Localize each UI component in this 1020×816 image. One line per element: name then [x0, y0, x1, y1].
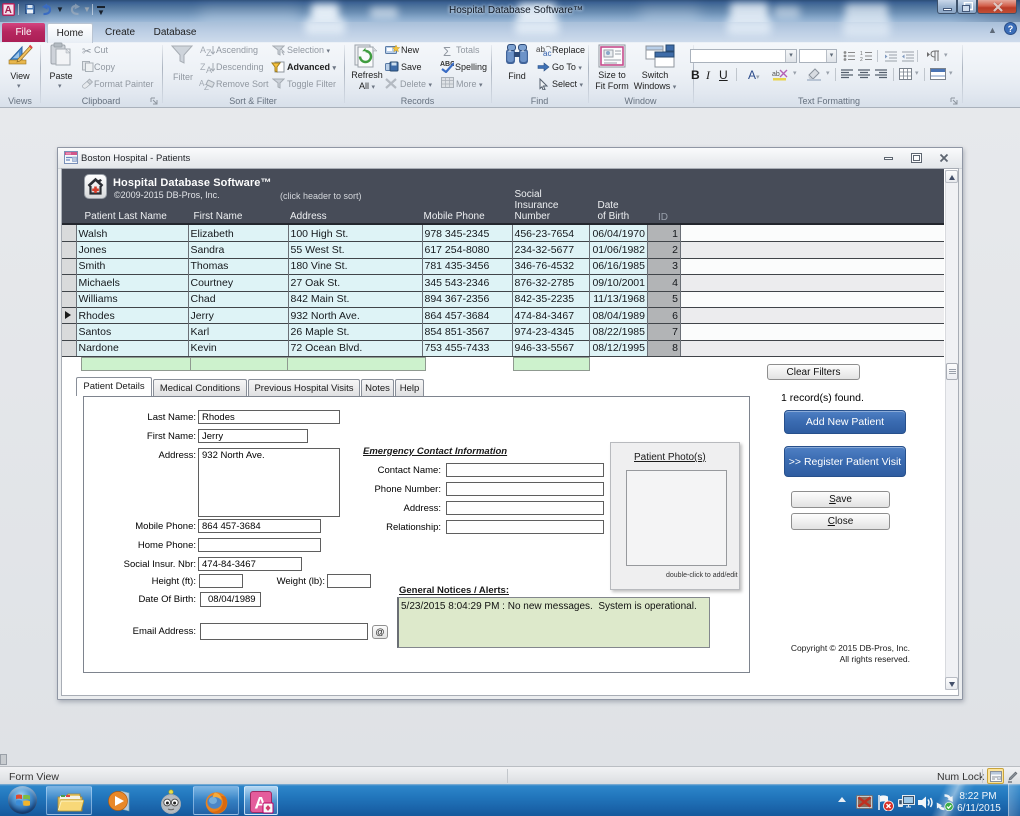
- svg-text:?: ?: [1008, 24, 1014, 34]
- svg-text:ab: ab: [772, 71, 780, 78]
- svg-text:2: 2: [860, 57, 863, 62]
- svg-text:A: A: [5, 5, 12, 16]
- svg-text:ac: ac: [543, 49, 551, 56]
